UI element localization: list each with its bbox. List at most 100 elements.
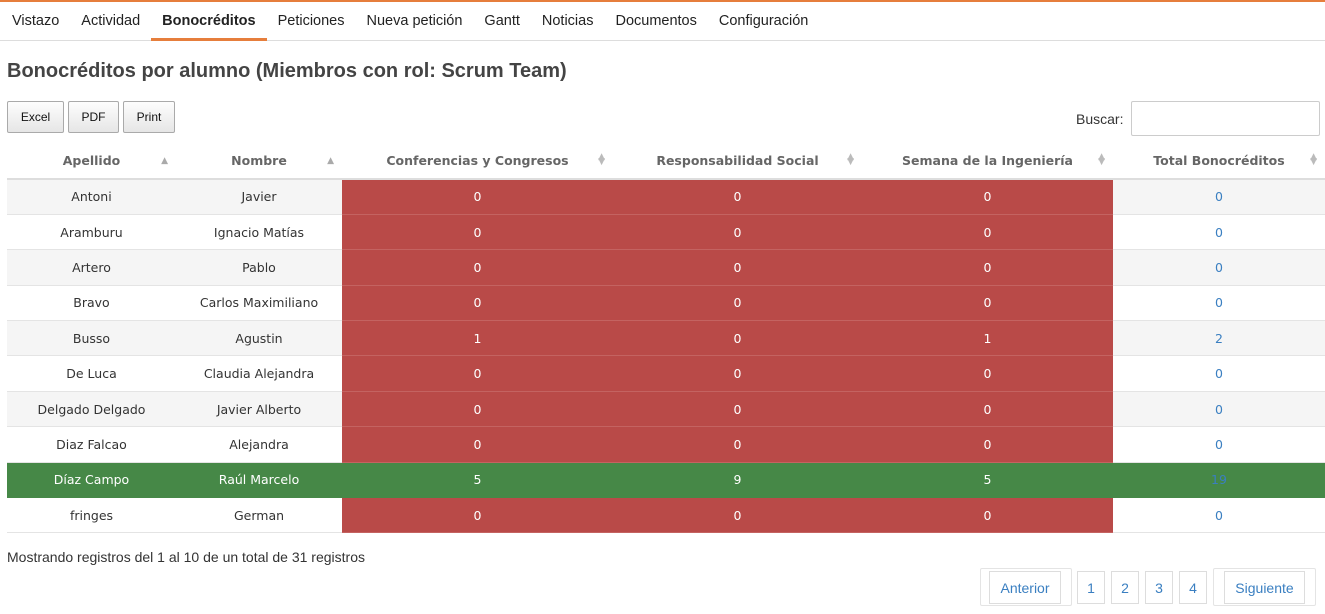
cell-conferencias: 0 <box>342 214 613 251</box>
cell-conferencias: 0 <box>342 355 613 392</box>
table-row: Delgado Delgado Javier Alberto 0 0 0 0 <box>7 391 1325 428</box>
cell-apellido: Busso <box>7 320 176 357</box>
tab-configuracion[interactable]: Configuración <box>708 2 819 40</box>
column-header[interactable]: Conferencias y Congresos ▲ ▼ <box>342 143 613 180</box>
cell-responsabilidad: 0 <box>613 355 862 392</box>
column-header-label: Conferencias y Congresos <box>386 153 569 168</box>
cell-total[interactable]: 0 <box>1113 179 1325 215</box>
table-row: Díaz Campo Raúl Marcelo 5 9 5 19 <box>7 462 1325 499</box>
cell-apellido: Artero <box>7 249 176 286</box>
cell-apellido: Bravo <box>7 285 176 322</box>
search-input[interactable] <box>1131 101 1320 136</box>
tab-vistazo[interactable]: Vistazo <box>1 2 70 40</box>
cell-responsabilidad: 0 <box>613 249 862 286</box>
cell-semana: 0 <box>862 179 1113 215</box>
cell-semana: 0 <box>862 285 1113 322</box>
sort-icon: ▲ <box>161 156 168 166</box>
cell-conferencias: 0 <box>342 391 613 428</box>
bonocreditos-table: Apellido ▲ Nombre ▲ Conferencias y Congresos… <box>7 143 1325 534</box>
sort-icon: ▲ <box>327 156 334 166</box>
cell-total[interactable]: 0 <box>1113 426 1325 463</box>
cell-responsabilidad: 0 <box>613 497 862 534</box>
cell-total[interactable]: 0 <box>1113 214 1325 251</box>
tab-documentos[interactable]: Documentos <box>604 2 707 40</box>
table-row: Antoni Javier 0 0 0 0 <box>7 179 1325 215</box>
column-header-label: Responsabilidad Social <box>656 153 819 168</box>
tab-peticiones[interactable]: Peticiones <box>267 2 356 40</box>
column-header[interactable]: Apellido ▲ <box>7 143 176 180</box>
excel-button[interactable]: Excel <box>7 101 64 133</box>
tab-gantt[interactable]: Gantt <box>473 2 530 40</box>
pdf-button[interactable]: PDF <box>68 101 119 133</box>
table-row: fringes German 0 0 0 0 <box>7 497 1325 534</box>
table-row: De Luca Claudia Alejandra 0 0 0 0 <box>7 355 1325 392</box>
column-header-label: Nombre <box>231 153 287 168</box>
cell-conferencias: 1 <box>342 320 613 357</box>
column-header-label: Semana de la Ingeniería <box>902 153 1073 168</box>
page-button[interactable]: 2 <box>1111 571 1139 604</box>
table-row: Diaz Falcao Alejandra 0 0 0 0 <box>7 426 1325 463</box>
column-header[interactable]: Semana de la Ingeniería ▲ ▼ <box>862 143 1113 180</box>
cell-responsabilidad: 9 <box>613 462 862 499</box>
cell-responsabilidad: 0 <box>613 426 862 463</box>
page-button[interactable]: 4 <box>1179 571 1207 604</box>
cell-nombre: Javier Alberto <box>176 391 342 428</box>
cell-total[interactable]: 19 <box>1113 462 1325 499</box>
print-button[interactable]: Print <box>123 101 175 133</box>
page-button[interactable]: 3 <box>1145 571 1173 604</box>
table-row: Artero Pablo 0 0 0 0 <box>7 249 1325 286</box>
cell-semana: 1 <box>862 320 1113 357</box>
column-header[interactable]: Nombre ▲ <box>176 143 342 180</box>
sort-icon: ▲ ▼ <box>847 152 854 167</box>
page-button[interactable]: 1 <box>1077 571 1105 604</box>
tab-bonocreditos[interactable]: Bonocréditos <box>151 2 268 41</box>
cell-responsabilidad: 0 <box>613 391 862 428</box>
cell-conferencias: 0 <box>342 426 613 463</box>
cell-nombre: Claudia Alejandra <box>176 355 342 392</box>
cell-semana: 5 <box>862 462 1113 499</box>
column-header-label: Total Bonocréditos <box>1153 153 1285 168</box>
cell-nombre: Carlos Maximiliano <box>176 285 342 322</box>
cell-responsabilidad: 0 <box>613 214 862 251</box>
cell-apellido: Antoni <box>7 179 176 215</box>
table-info: Mostrando registros del 1 al 10 de un to… <box>7 549 365 565</box>
cell-conferencias: 5 <box>342 462 613 499</box>
cell-total[interactable]: 0 <box>1113 391 1325 428</box>
cell-responsabilidad: 0 <box>613 320 862 357</box>
cell-apellido: Aramburu <box>7 214 176 251</box>
search-label: Buscar: <box>1076 111 1124 127</box>
cell-nombre: Alejandra <box>176 426 342 463</box>
cell-nombre: Raúl Marcelo <box>176 462 342 499</box>
cell-apellido: De Luca <box>7 355 176 392</box>
cell-total[interactable]: 0 <box>1113 497 1325 534</box>
cell-nombre: Agustin <box>176 320 342 357</box>
cell-apellido: Diaz Falcao <box>7 426 176 463</box>
sort-icon: ▲ ▼ <box>1098 152 1105 167</box>
column-header[interactable]: Total Bonocréditos ▲ ▼ <box>1113 143 1325 180</box>
project-tabs: Vistazo Actividad Bonocréditos Peticiones Nu… <box>0 0 1325 41</box>
cell-semana: 0 <box>862 391 1113 428</box>
cell-conferencias: 0 <box>342 179 613 215</box>
tab-actividad[interactable]: Actividad <box>70 2 151 40</box>
cell-total[interactable]: 0 <box>1113 285 1325 322</box>
next-page-button[interactable]: Siguiente <box>1224 571 1305 604</box>
sort-icon: ▲ ▼ <box>598 152 605 167</box>
cell-responsabilidad: 0 <box>613 285 862 322</box>
column-header[interactable]: Responsabilidad Social ▲ ▼ <box>613 143 862 180</box>
previous-page-button[interactable]: Anterior <box>989 571 1061 604</box>
cell-responsabilidad: 0 <box>613 179 862 215</box>
cell-total[interactable]: 0 <box>1113 355 1325 392</box>
cell-total[interactable]: 2 <box>1113 320 1325 357</box>
cell-conferencias: 0 <box>342 249 613 286</box>
table-row: Aramburu Ignacio Matías 0 0 0 0 <box>7 214 1325 251</box>
tab-noticias[interactable]: Noticias <box>531 2 605 40</box>
tab-nueva-peticion[interactable]: Nueva petición <box>356 2 474 40</box>
cell-conferencias: 0 <box>342 497 613 534</box>
cell-semana: 0 <box>862 355 1113 392</box>
cell-nombre: German <box>176 497 342 534</box>
cell-semana: 0 <box>862 426 1113 463</box>
sort-icon: ▲ ▼ <box>1310 152 1317 167</box>
cell-total[interactable]: 0 <box>1113 249 1325 286</box>
cell-nombre: Javier <box>176 179 342 215</box>
cell-semana: 0 <box>862 497 1113 534</box>
